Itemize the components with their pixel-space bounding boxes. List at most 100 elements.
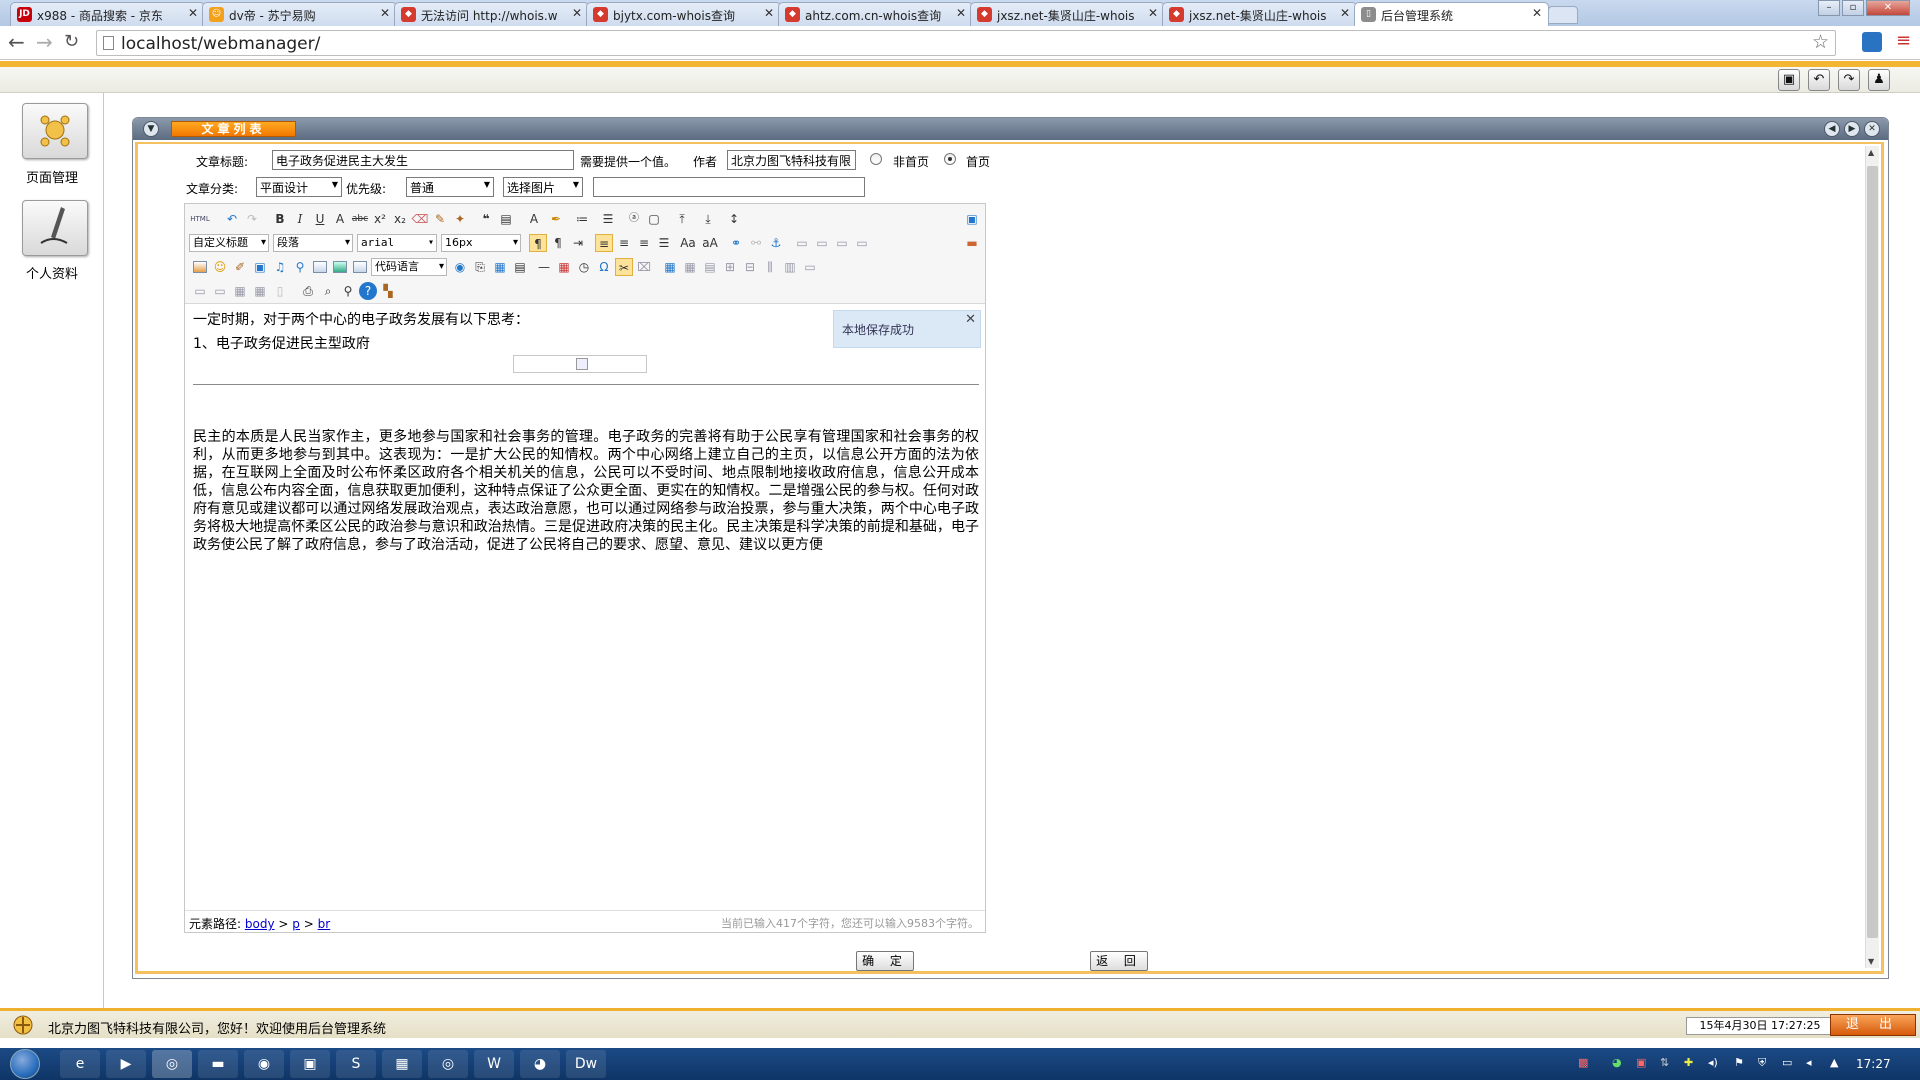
insert-image-icon[interactable]: [191, 258, 209, 276]
toast-close-icon[interactable]: ✕: [965, 312, 976, 327]
font-size-select[interactable]: 16px: [441, 234, 521, 252]
eraser-icon[interactable]: ⌫: [411, 210, 429, 228]
scroll-up-icon[interactable]: ▲: [1868, 148, 1874, 157]
broken-image-placeholder[interactable]: [513, 355, 647, 373]
search-replace-icon[interactable]: ⚲: [339, 282, 357, 300]
split-cells-icon[interactable]: ▦: [231, 282, 249, 300]
tray-volume-icon[interactable]: ◂): [1708, 1056, 1718, 1069]
media-taskbar-icon[interactable]: ▶: [106, 1050, 146, 1078]
iframe-icon[interactable]: ▦: [491, 258, 509, 276]
unordered-list-icon[interactable]: ☰: [599, 210, 617, 228]
image-select[interactable]: 选择图片: [503, 177, 583, 197]
redo-icon[interactable]: ↷: [243, 210, 261, 228]
close-tab-icon[interactable]: ✕: [572, 6, 582, 20]
app-taskbar-icon[interactable]: ▦: [382, 1050, 422, 1078]
split-cols-icon[interactable]: ▯: [271, 282, 289, 300]
highlight-color-icon[interactable]: ✒: [547, 210, 565, 228]
print-icon[interactable]: ⎙: [299, 282, 317, 300]
browser-tab-1[interactable]: JD x988 - 商品搜索 - 京东 ✕: [10, 2, 205, 26]
close-tab-icon[interactable]: ✕: [764, 6, 774, 20]
maximize-window-button[interactable]: ▫: [1842, 0, 1864, 16]
tray-360-icon[interactable]: ✚: [1684, 1056, 1693, 1069]
menu-hamburger-icon[interactable]: ≡: [1896, 30, 1911, 51]
fullscreen-icon[interactable]: ▣: [963, 210, 981, 228]
page-break-icon[interactable]: ⎘: [471, 258, 489, 276]
save-icon[interactable]: ▣: [251, 258, 269, 276]
window-menu-icon[interactable]: ▼: [143, 121, 159, 137]
close-tab-icon[interactable]: ✕: [1340, 6, 1350, 20]
to-lowercase-icon[interactable]: aA: [701, 234, 719, 252]
window-close-icon[interactable]: ✕: [1864, 121, 1880, 137]
image-center-icon[interactable]: ▭: [853, 234, 871, 252]
help-icon[interactable]: ?: [359, 282, 377, 300]
font-family-select[interactable]: arial: [357, 234, 437, 252]
paste-text-icon[interactable]: ▤: [497, 210, 515, 228]
direction-rtl-icon[interactable]: ¶: [549, 234, 567, 252]
dreamweaver-taskbar-icon[interactable]: Dw: [566, 1050, 606, 1078]
author-input[interactable]: 北京力图飞特科技有限: [727, 150, 856, 170]
clear-doc-icon[interactable]: ▢: [645, 210, 663, 228]
monitor-icon[interactable]: ▣: [1778, 69, 1800, 91]
video-icon[interactable]: [331, 258, 349, 276]
insert-row-icon[interactable]: ⊞: [721, 258, 739, 276]
word-taskbar-icon[interactable]: W: [474, 1050, 514, 1078]
delete-col-icon[interactable]: ▥: [781, 258, 799, 276]
priority-select[interactable]: 普通: [406, 177, 494, 197]
template-icon[interactable]: ▬: [963, 234, 981, 252]
radio-home[interactable]: [944, 153, 956, 165]
delete-row-icon[interactable]: ⊟: [741, 258, 759, 276]
explorer-taskbar-icon[interactable]: ▬: [198, 1050, 238, 1078]
close-window-button[interactable]: ✕: [1866, 0, 1910, 16]
align-left-icon[interactable]: ≡: [595, 234, 613, 252]
ie-taskbar-icon[interactable]: e: [60, 1050, 100, 1078]
close-tab-icon[interactable]: ✕: [380, 6, 390, 20]
chrome-alt-taskbar-icon[interactable]: ◎: [428, 1050, 468, 1078]
vertical-scrollbar[interactable]: ▲ ▼: [1865, 146, 1879, 968]
special-chars-icon[interactable]: Ω: [595, 258, 613, 276]
emotion-icon[interactable]: ☺: [211, 258, 229, 276]
tray-shield-icon[interactable]: ⛨: [1758, 1056, 1766, 1070]
paragraph-select[interactable]: 段落: [273, 234, 353, 252]
start-button-icon[interactable]: [10, 1049, 40, 1079]
multi-image-icon[interactable]: [311, 258, 329, 276]
sogou-taskbar-icon[interactable]: S: [336, 1050, 376, 1078]
italic-icon[interactable]: I: [291, 210, 309, 228]
insert-col-icon[interactable]: ⫼: [761, 258, 779, 276]
profile-pen-icon[interactable]: [22, 200, 88, 256]
line-height-icon[interactable]: ↕: [725, 210, 743, 228]
map-icon[interactable]: [351, 258, 369, 276]
new-tab-button[interactable]: [1548, 6, 1578, 24]
align-justify-icon[interactable]: ☰: [655, 234, 673, 252]
scroll-thumb[interactable]: [1867, 166, 1878, 938]
strikethrough-icon[interactable]: abc: [351, 210, 369, 228]
subscript-icon[interactable]: x₂: [391, 210, 409, 228]
blockquote-icon[interactable]: ❝: [477, 210, 495, 228]
browser-tab-5[interactable]: ◆ ahtz.com.cn-whois查询 ✕: [778, 2, 973, 26]
browser-tab-6[interactable]: ◆ jxsz.net-集贤山庄-whois ✕: [970, 2, 1165, 26]
anchor-icon[interactable]: ⚓: [767, 234, 785, 252]
browser-tab-7[interactable]: ◆ jxsz.net-集贤山庄-whois ✕: [1162, 2, 1357, 26]
auto-format-icon[interactable]: ✦: [451, 210, 469, 228]
format-painter-icon[interactable]: ✎: [431, 210, 449, 228]
to-uppercase-icon[interactable]: Aa: [679, 234, 697, 252]
drafts-icon[interactable]: ▚: [379, 282, 397, 300]
merge-cells-icon[interactable]: ▭: [801, 258, 819, 276]
font-border-icon[interactable]: A: [331, 210, 349, 228]
browser-tab-2[interactable]: ☺ dv帝 - 苏宁易购 ✕: [202, 2, 397, 26]
ordered-list-icon[interactable]: ≔: [573, 210, 591, 228]
browser-tab-8-active[interactable]: ▯ 后台管理系统 ✕: [1354, 2, 1549, 27]
insert-paragraph-before-table-icon[interactable]: ▤: [701, 258, 719, 276]
nav-item-profile[interactable]: 个人资料: [0, 263, 104, 282]
word-image-icon[interactable]: ▤: [511, 258, 529, 276]
tray-wechat-icon[interactable]: ◕: [1612, 1056, 1622, 1069]
page-manage-icon[interactable]: [22, 103, 88, 159]
radio-not-home[interactable]: [870, 153, 882, 165]
title-input[interactable]: 电子政务促进民主大发生: [272, 150, 574, 170]
web-image-icon[interactable]: ◉: [451, 258, 469, 276]
forward-arrow-icon[interactable]: →: [36, 31, 53, 53]
tray-network-icon[interactable]: ⇅: [1660, 1056, 1669, 1069]
merge-right-icon[interactable]: ▭: [191, 282, 209, 300]
wechat-taskbar-icon[interactable]: ◕: [520, 1050, 560, 1078]
date-icon[interactable]: ▦: [555, 258, 573, 276]
extension-icon[interactable]: [1862, 32, 1882, 52]
